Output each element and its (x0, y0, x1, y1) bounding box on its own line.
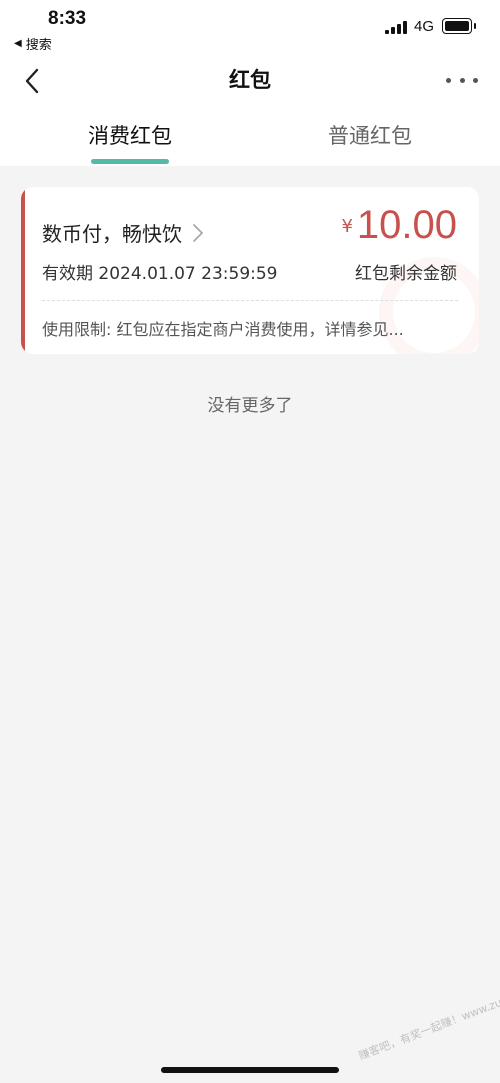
more-icon[interactable] (446, 70, 478, 90)
card-validity: 有效期 2024.01.07 23:59:59 (42, 264, 278, 284)
tab-consumption-red-packet[interactable]: 消费红包 (5, 120, 255, 150)
card-divider (42, 300, 458, 301)
status-bar: 8:33 ◀ 搜索 4G (0, 0, 500, 56)
amount-value: 10.00 (356, 203, 457, 247)
back-app-label: 搜索 (25, 38, 52, 53)
usage-restriction: 使用限制: 红包应在指定商户消费使用，详情参见... (42, 320, 404, 339)
card-title-link[interactable]: 数币付，畅快饮 (42, 218, 204, 247)
card-accent-bar (21, 187, 25, 354)
back-to-app-link[interactable]: ◀ 搜索 (14, 34, 52, 53)
tab-indicator (91, 159, 169, 164)
red-packet-card[interactable]: 数币付，畅快饮 有效期 2024.01.07 23:59:59 ¥ 10.00 … (21, 187, 479, 354)
network-label: 4G (414, 18, 435, 35)
site-watermark: 赚客吧，有奖一起赚！www.zuanke8.com (356, 974, 500, 1063)
home-indicator (161, 1067, 339, 1073)
chevron-right-icon (193, 223, 203, 242)
tab-normal-red-packet[interactable]: 普通红包 (245, 120, 495, 150)
signal-icon (385, 20, 407, 34)
card-amount: ¥ 10.00 (341, 205, 457, 245)
card-title: 数币付，畅快饮 (42, 222, 182, 246)
chevron-left-icon[interactable] (20, 66, 48, 96)
status-time: 8:33 (48, 8, 87, 29)
currency-symbol: ¥ (341, 216, 353, 237)
list-end-text: 没有更多了 (207, 396, 293, 416)
battery-icon (442, 18, 476, 34)
amount-label: 红包剩余金额 (355, 264, 457, 284)
back-triangle-icon: ◀ (14, 38, 22, 49)
